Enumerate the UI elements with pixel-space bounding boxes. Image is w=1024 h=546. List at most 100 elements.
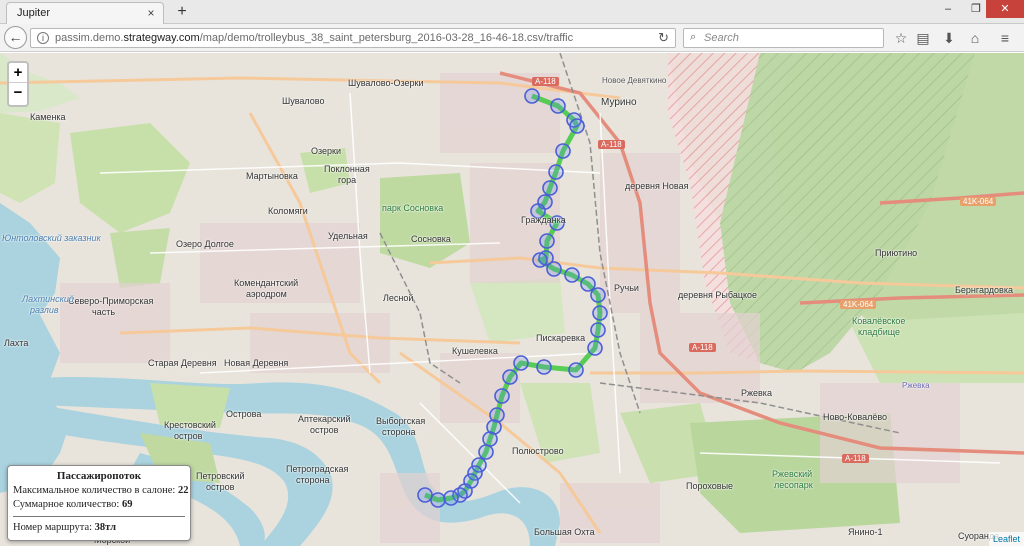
map-label: Острова bbox=[226, 409, 262, 419]
download-icon[interactable]: ⬇ bbox=[940, 29, 958, 47]
total-count-label: Суммарное количество: bbox=[13, 499, 120, 510]
route-stop-marker[interactable] bbox=[478, 444, 494, 460]
route-number-value: 38тл bbox=[94, 522, 116, 533]
map-label: парк Сосновка bbox=[382, 203, 444, 213]
route-stop-marker[interactable] bbox=[548, 164, 564, 180]
info-icon[interactable]: i bbox=[37, 32, 49, 44]
map-label: остров bbox=[310, 425, 339, 435]
map-label: Ржевский bbox=[772, 469, 813, 479]
road-shield: A-118 bbox=[842, 454, 869, 463]
map-label: Сосновка bbox=[411, 234, 451, 244]
road-shield: 41K-064 bbox=[960, 197, 997, 206]
bookmark-star-icon[interactable]: ☆ bbox=[892, 29, 910, 47]
address-bar[interactable]: i passim.demo.strategway.com/map/demo/tr… bbox=[30, 28, 676, 48]
route-stop-marker[interactable] bbox=[555, 143, 571, 159]
route-stop-marker[interactable] bbox=[482, 431, 498, 447]
panel-title: Пассажиропоток bbox=[56, 470, 142, 482]
route-stop-marker[interactable] bbox=[539, 233, 555, 249]
search-bar[interactable]: ⌕ Search bbox=[683, 28, 884, 48]
road-shield: A-118 bbox=[689, 343, 716, 352]
route-stop-marker[interactable] bbox=[513, 355, 529, 371]
map-label: остров bbox=[174, 431, 203, 441]
max-count-label: Максимальное количество в салоне: bbox=[13, 485, 176, 496]
reload-icon[interactable]: ↻ bbox=[658, 30, 669, 46]
route-stop-marker[interactable] bbox=[443, 490, 459, 506]
map-label: Шувалово-Озерки bbox=[348, 78, 424, 88]
route-stop-marker[interactable] bbox=[430, 492, 446, 508]
route-stop-marker[interactable] bbox=[592, 305, 608, 321]
route-stop-marker[interactable] bbox=[536, 359, 552, 375]
route-stop-marker[interactable] bbox=[502, 369, 518, 385]
route-stop-marker[interactable] bbox=[564, 267, 580, 283]
map-label: Каменка bbox=[30, 112, 66, 122]
max-count-row: Максимальное количество в салоне: 22 bbox=[13, 484, 188, 498]
tab-jupiter[interactable]: Jupiter × bbox=[6, 2, 164, 24]
map-label: Новое Девяткино bbox=[602, 76, 667, 85]
close-window-button[interactable]: ✕ bbox=[986, 0, 1024, 18]
map-label: Янино-1 bbox=[848, 527, 883, 537]
map-label: Шувалово bbox=[282, 96, 325, 106]
map-label: Пискаревка bbox=[536, 333, 586, 343]
map-label: Озеро Долгое bbox=[176, 239, 234, 249]
passenger-flow-panel: Пассажиропоток Максимальное количество в… bbox=[7, 465, 191, 541]
map-label: Полюстрово bbox=[512, 446, 564, 456]
map-label: Петроградская bbox=[286, 464, 349, 474]
total-count-value: 69 bbox=[121, 499, 133, 510]
map-label: деревня Рыбацкое bbox=[678, 290, 758, 300]
map-label: Петровский bbox=[196, 471, 245, 481]
map-label: часть bbox=[92, 307, 116, 317]
map-label: Коломяги bbox=[268, 206, 308, 216]
zoom-in-button[interactable]: + bbox=[9, 63, 27, 83]
road-shield: 41K-064 bbox=[840, 300, 877, 309]
map-label: Выборгская bbox=[376, 416, 426, 426]
reading-list-icon[interactable]: ▤ bbox=[914, 29, 932, 47]
new-tab-button[interactable]: + bbox=[172, 3, 192, 21]
browser-titlebar: Jupiter × + – ❐ ✕ bbox=[0, 0, 1024, 24]
search-icon: ⌕ bbox=[690, 31, 697, 43]
route-stop-marker[interactable] bbox=[590, 322, 606, 338]
route-stop-marker[interactable] bbox=[550, 98, 566, 114]
map-label: Ржевка bbox=[741, 388, 772, 398]
route-stop-marker[interactable] bbox=[542, 180, 558, 196]
route-stop-marker[interactable] bbox=[546, 261, 562, 277]
route-number-row: Номер маршрута: 38тл bbox=[13, 521, 185, 535]
route-stop-marker[interactable] bbox=[569, 118, 585, 134]
route-stop-marker[interactable] bbox=[532, 252, 548, 268]
route-line bbox=[424, 93, 603, 503]
menu-icon[interactable]: ≡ bbox=[996, 29, 1014, 47]
map-label: Ново-Ковалёво bbox=[823, 412, 888, 422]
home-icon[interactable]: ⌂ bbox=[966, 29, 984, 47]
map-label: Новая Деревня bbox=[224, 358, 289, 368]
map-label: Ручьи bbox=[614, 283, 639, 293]
route-stop-marker[interactable] bbox=[590, 287, 606, 303]
back-button[interactable]: ← bbox=[4, 26, 27, 49]
map-label: гора bbox=[338, 175, 357, 185]
tab-title: Jupiter bbox=[17, 7, 51, 19]
zoom-control: + − bbox=[7, 61, 29, 107]
map-label: Лахта bbox=[4, 338, 29, 348]
route-stop-marker[interactable] bbox=[494, 388, 510, 404]
route-stop-marker[interactable] bbox=[587, 340, 603, 356]
route-stop-marker[interactable] bbox=[524, 88, 540, 104]
url-text[interactable]: passim.demo.strategway.com/map/demo/trol… bbox=[55, 32, 573, 44]
zoom-out-button[interactable]: − bbox=[9, 83, 27, 103]
map-label: Комендантский bbox=[234, 278, 299, 288]
tab-close-icon[interactable]: × bbox=[144, 6, 158, 20]
map-label: Мартыновка bbox=[246, 171, 298, 181]
map-label: сторона bbox=[296, 475, 330, 485]
leaflet-attribution[interactable]: Leaflet bbox=[988, 532, 1024, 546]
road-shield: A-118 bbox=[598, 140, 625, 149]
map-label: Аптекарский bbox=[298, 414, 351, 424]
route-stop-marker[interactable] bbox=[568, 362, 584, 378]
map-label: Ковалёвское bbox=[852, 316, 906, 326]
minimize-button[interactable]: – bbox=[934, 0, 962, 18]
map-label: Удельная bbox=[328, 231, 368, 241]
route-stop-marker[interactable] bbox=[417, 487, 433, 503]
map-label: Пороховые bbox=[686, 481, 734, 491]
map-label: Приютино bbox=[875, 248, 918, 258]
map-label: Поклонная bbox=[324, 164, 370, 174]
map-label: Северо-Приморская bbox=[68, 296, 154, 306]
map-label: Крестовский bbox=[164, 420, 216, 430]
route-stop-marker[interactable] bbox=[580, 276, 596, 292]
map-label: Большая Охта bbox=[534, 527, 595, 537]
